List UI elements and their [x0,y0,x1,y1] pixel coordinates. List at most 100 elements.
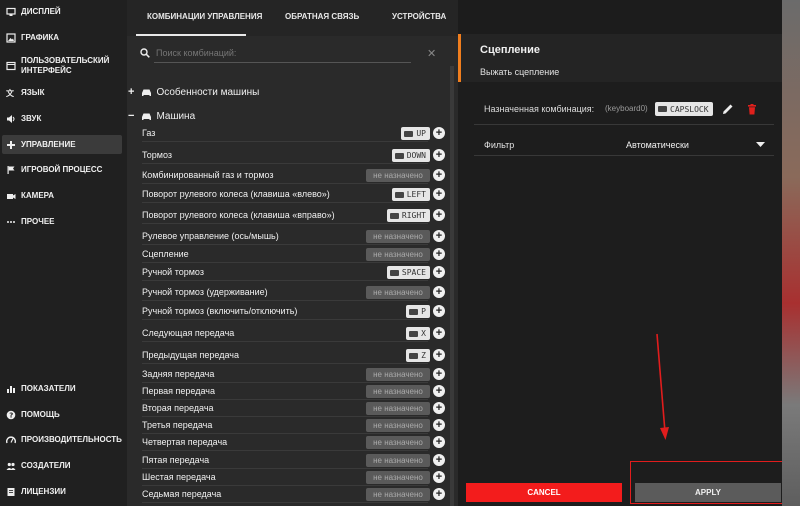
search-input[interactable] [156,46,406,60]
row-divider [142,202,428,203]
translate-icon: 文 [6,88,15,98]
binding-row[interactable]: Следующая передача X + [142,325,446,342]
section-vehicle-features[interactable]: + Особенности машины [128,86,259,98]
filter-underline [474,155,774,156]
help-icon: ? [6,410,16,420]
key-binding-chip[interactable]: Z [406,349,430,362]
filter-label: Фильтр [484,140,515,150]
sidebar-item-top-0[interactable]: ДИСПЛЕЙ [2,5,122,19]
binding-row[interactable]: Вторая передача не назначено + [142,400,446,417]
binding-row[interactable]: Тормоз DOWN + [142,147,446,164]
key-binding-chip[interactable]: UP [401,127,430,140]
binding-row[interactable]: Ручной тормоз (удерживание) не назначено + [142,284,446,301]
display-icon [6,7,16,16]
binding-row[interactable]: Поворот рулевого колеса (клавиша «влево»… [142,186,446,203]
row-divider [142,300,428,301]
sidebar-item-top-1[interactable]: ГРАФИКА [2,31,122,45]
clear-search-icon[interactable]: ✕ [427,47,436,60]
add-binding-button[interactable]: + [433,402,445,414]
binding-row[interactable]: Первая передача не назначено + [142,383,446,400]
binding-row[interactable]: Предыдущая передача Z + [142,347,446,364]
binding-row[interactable]: Третья передача не назначено + [142,417,446,434]
add-binding-button[interactable]: + [433,385,445,397]
binding-row[interactable]: Пятая передача не назначено + [142,452,446,469]
keyboard-icon [409,308,419,315]
key-binding-chip[interactable]: LEFT [391,188,430,201]
binding-label: Сцепление [142,249,189,259]
unassigned-badge: не назначено [366,454,430,467]
add-binding-button[interactable]: + [433,188,445,200]
add-binding-button[interactable]: + [433,209,445,221]
sidebar-item-top-6[interactable]: ИГРОВОЙ ПРОЦЕСС [2,163,122,177]
gamepad-icon [7,140,15,149]
add-binding-button[interactable]: + [433,169,445,181]
image-icon [6,33,16,43]
binding-label: Вторая передача [142,403,214,413]
key-binding-chip[interactable]: X [406,327,430,340]
add-binding-button[interactable]: + [433,248,445,260]
add-binding-button[interactable]: + [433,230,445,242]
keyboard-icon [658,106,667,112]
binding-row[interactable]: Газ UP + [142,125,446,142]
sidebar-item-top-5[interactable]: УПРАВЛЕНИЕ [2,135,122,154]
binding-row[interactable]: Ручной тормоз (включить/отключить) P + [142,303,446,320]
interface-icon [6,61,16,71]
section-vehicle[interactable]: − Машина [128,110,195,122]
sidebar-item-bottom-4[interactable]: ЛИЦЕНЗИИ [2,485,122,499]
binding-row[interactable]: Рулевое управление (ось/мышь) не назначен… [142,228,446,245]
detail-header: Сцепление Выжать сцепление [461,34,782,82]
binding-row[interactable]: Сцепление не назначено + [142,246,446,263]
binding-label: Газ [142,128,156,138]
binding-row[interactable]: Шестая передача не назначено + [142,469,446,486]
add-binding-button[interactable]: + [433,149,445,161]
assigned-key-chip[interactable]: CAPSLOCK [655,102,713,116]
add-binding-button[interactable]: + [433,266,445,278]
binding-row[interactable]: Поворот рулевого колеса (клавиша «вправо… [142,207,446,224]
filter-dropdown[interactable]: Автоматически [626,140,767,154]
row-divider [142,163,428,164]
key-binding-chip[interactable]: SPACE [386,266,430,279]
binding-label: Пятая передача [142,455,210,465]
annotation-highlight-box [630,461,783,504]
sidebar-item-bottom-0[interactable]: ПОКАЗАТЕЛИ [2,382,122,396]
tab-devices[interactable]: УСТРОЙСТВА [392,12,446,21]
key-binding-chip[interactable]: RIGHT [386,209,430,222]
binding-row[interactable]: Ручной тормоз SPACE + [142,264,446,281]
key-binding-chip[interactable]: P [406,305,430,318]
sidebar-item-top-7[interactable]: КАМЕРА [2,189,122,203]
add-binding-button[interactable]: + [433,436,445,448]
key-label: RIGHT [401,211,426,220]
add-binding-button[interactable]: + [433,127,445,139]
add-binding-button[interactable]: + [433,305,445,317]
unassigned-badge: не назначено [366,436,430,449]
add-binding-button[interactable]: + [433,488,445,500]
sidebar-item-label: СОЗДАТЕЛИ [21,461,71,470]
add-binding-button[interactable]: + [433,454,445,466]
add-binding-button[interactable]: + [433,349,445,361]
sidebar-item-top-2[interactable]: ПОЛЬЗОВАТЕЛЬСКИЙ ИНТЕРФЕЙС [2,53,122,79]
car-icon [142,113,152,120]
add-binding-button[interactable]: + [433,368,445,380]
delete-icon[interactable] [747,104,757,115]
cancel-button[interactable]: CANCEL [466,483,622,502]
binding-row[interactable]: Четвертая передача не назначено + [142,434,446,451]
sidebar-item-top-3[interactable]: 文 ЯЗЫК [2,86,122,100]
binding-row[interactable]: Седьмая передача не назначено + [142,486,446,503]
tab-bindings[interactable]: КОМБИНАЦИИ УПРАВЛЕНИЯ [147,12,262,21]
sidebar-item-top-8[interactable]: ПРОЧЕЕ [2,215,122,229]
row-divider [142,141,428,142]
list-scrollbar[interactable] [450,66,454,506]
sidebar-item-top-4[interactable]: ЗВУК [2,112,122,126]
edit-icon[interactable] [722,103,734,115]
binding-row[interactable]: Комбинированный газ и тормоз не назначено… [142,167,446,184]
add-binding-button[interactable]: + [433,419,445,431]
binding-row[interactable]: Задняя передача не назначено + [142,366,446,383]
tab-feedback[interactable]: ОБРАТНАЯ СВЯЗЬ [285,12,359,21]
sidebar-item-bottom-3[interactable]: СОЗДАТЕЛИ [2,459,122,473]
add-binding-button[interactable]: + [433,471,445,483]
add-binding-button[interactable]: + [433,286,445,298]
sidebar-item-bottom-2[interactable]: ПРОИЗВОДИТЕЛЬНОСТЬ [2,433,122,447]
key-binding-chip[interactable]: DOWN [391,149,430,162]
sidebar-item-bottom-1[interactable]: ? ПОМОЩЬ [2,408,122,422]
add-binding-button[interactable]: + [433,327,445,339]
